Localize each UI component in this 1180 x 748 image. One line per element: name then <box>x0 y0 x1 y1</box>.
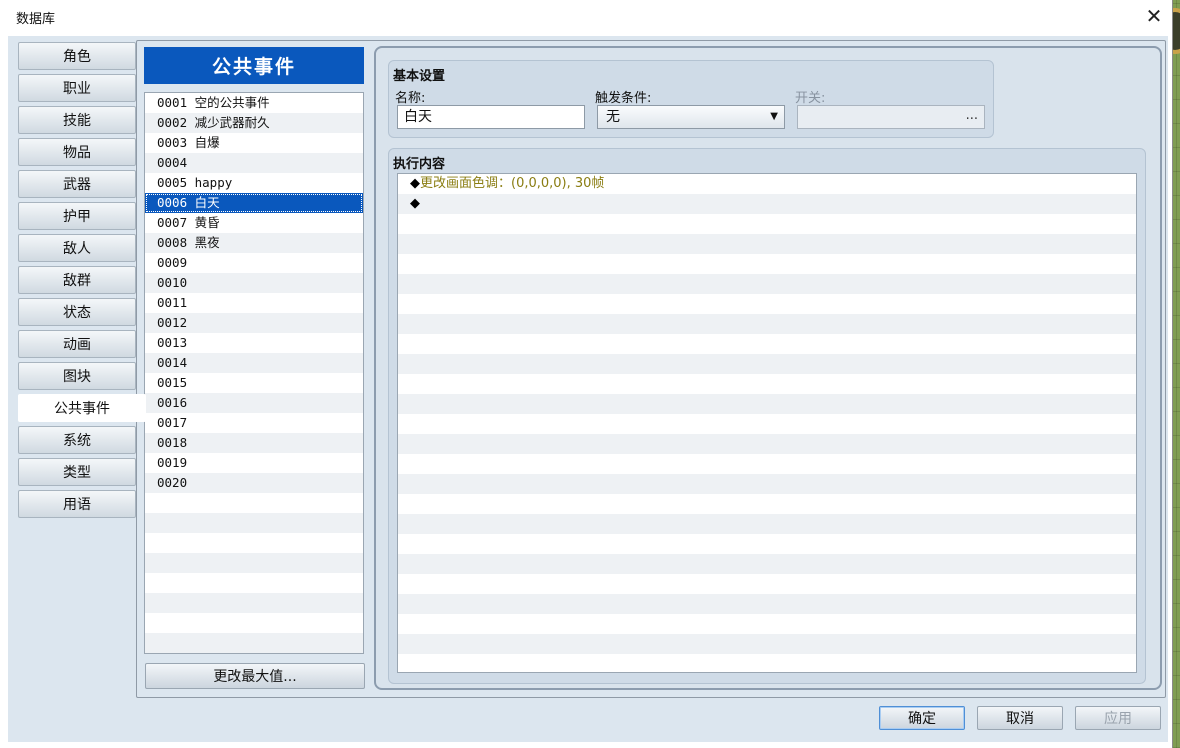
command-empty-row <box>398 434 1136 454</box>
category-tab[interactable]: 敌人 <box>18 234 136 262</box>
event-list-item[interactable]: 0003 自爆 <box>145 133 363 153</box>
ok-button[interactable]: 确定 <box>879 706 965 730</box>
command-empty-row <box>398 654 1136 672</box>
event-list-item[interactable]: 0007 黄昏 <box>145 213 363 233</box>
name-input[interactable]: 白天 <box>397 105 585 129</box>
category-tab[interactable]: 类型 <box>18 458 136 486</box>
category-tab[interactable]: 角色 <box>18 42 136 70</box>
command-empty-row <box>398 394 1136 414</box>
category-tab[interactable]: 敌群 <box>18 266 136 294</box>
command-empty-row <box>398 594 1136 614</box>
event-list-item[interactable]: 0013 <box>145 333 363 353</box>
command-empty-row <box>398 334 1136 354</box>
command-empty-row <box>398 474 1136 494</box>
event-list-empty-row <box>145 533 363 553</box>
command-row[interactable]: ◆更改画面色调：(0,0,0,0), 30帧 <box>398 174 1136 194</box>
command-empty-row <box>398 374 1136 394</box>
event-list-empty-row <box>145 573 363 593</box>
command-empty-row <box>398 494 1136 514</box>
event-list-empty-row <box>145 593 363 613</box>
event-list-item[interactable]: 0010 <box>145 273 363 293</box>
event-list-item[interactable]: 0006 白天 <box>145 193 363 213</box>
command-row[interactable]: ◆ <box>398 194 1136 214</box>
apply-button[interactable]: 应用 <box>1075 706 1161 730</box>
category-tab[interactable]: 护甲 <box>18 202 136 230</box>
window-title: 数据库 <box>16 12 56 27</box>
event-list-empty-row <box>145 633 363 653</box>
database-window: 数据库 ✕ 角色 职业 技能 物品 武器 护甲 敌人 敌群 状态 动画 图块 公共事件 系统 类型 用语 公… <box>0 0 1172 748</box>
category-tab[interactable]: 系统 <box>18 426 136 454</box>
command-empty-row <box>398 274 1136 294</box>
command-empty-row <box>398 214 1136 234</box>
basic-settings-group: 基本设置 名称: 白天 触发条件: 无 ▼ 开关: ... <box>388 60 994 138</box>
event-list-empty-row <box>145 613 363 633</box>
event-detail-panel: 基本设置 名称: 白天 触发条件: 无 ▼ 开关: ... 执行内容 ◆更改画面… <box>374 46 1162 690</box>
event-list[interactable]: 0001 空的公共事件 0002 减少武器耐久 0003 自爆 0004 0005 ha… <box>144 92 364 654</box>
command-empty-row <box>398 314 1136 334</box>
basic-settings-title: 基本设置 <box>393 69 446 84</box>
close-icon[interactable]: ✕ <box>1136 0 1172 32</box>
diamond-icon: ◆ <box>410 196 420 211</box>
event-list-item[interactable]: 0016 <box>145 393 363 413</box>
cancel-button[interactable]: 取消 <box>977 706 1063 730</box>
client-area: 角色 职业 技能 物品 武器 护甲 敌人 敌群 状态 动画 图块 公共事件 系统 类型 用语 公共事件 00… <box>8 36 1168 742</box>
trigger-value: 无 <box>606 109 620 125</box>
event-list-item[interactable]: 0020 <box>145 473 363 493</box>
event-list-empty-row <box>145 493 363 513</box>
category-tab[interactable]: 技能 <box>18 106 136 134</box>
event-list-item[interactable]: 0008 黑夜 <box>145 233 363 253</box>
command-empty-row <box>398 414 1136 434</box>
event-list-item[interactable]: 0015 <box>145 373 363 393</box>
event-list-item[interactable]: 0017 <box>145 413 363 433</box>
switch-picker[interactable]: ... <box>797 105 985 129</box>
category-tab[interactable]: 武器 <box>18 170 136 198</box>
command-empty-row <box>398 574 1136 594</box>
command-empty-row <box>398 614 1136 634</box>
change-max-button[interactable]: 更改最大值... <box>145 663 365 689</box>
category-tab[interactable]: 职业 <box>18 74 136 102</box>
event-list-item[interactable]: 0019 <box>145 453 363 473</box>
event-list-item[interactable]: 0009 <box>145 253 363 273</box>
category-tab[interactable]: 动画 <box>18 330 136 358</box>
command-empty-row <box>398 254 1136 274</box>
trigger-label: 触发条件: <box>595 91 652 106</box>
event-list-header: 公共事件 <box>144 47 364 84</box>
execution-content-group: 执行内容 ◆更改画面色调：(0,0,0,0), 30帧 ◆ <box>388 148 1146 684</box>
event-list-item[interactable]: 0002 减少武器耐久 <box>145 113 363 133</box>
event-list-item[interactable]: 0012 <box>145 313 363 333</box>
command-empty-row <box>398 554 1136 574</box>
switch-label: 开关: <box>795 91 826 106</box>
command-empty-row <box>398 454 1136 474</box>
category-tab[interactable]: 图块 <box>18 362 136 390</box>
category-tab[interactable]: 状态 <box>18 298 136 326</box>
title-bar: 数据库 ✕ <box>0 0 1172 32</box>
command-empty-row <box>398 294 1136 314</box>
category-tabs: 角色职业技能物品武器护甲敌人敌群状态动画图块公共事件系统类型用语 <box>18 42 146 522</box>
trigger-select[interactable]: 无 ▼ <box>597 105 785 129</box>
event-list-item[interactable]: 0014 <box>145 353 363 373</box>
ellipsis-icon: ... <box>965 108 978 123</box>
event-list-item[interactable]: 0005 happy <box>145 173 363 193</box>
command-empty-row <box>398 514 1136 534</box>
command-empty-row <box>398 234 1136 254</box>
event-list-item[interactable]: 0011 <box>145 293 363 313</box>
diamond-icon: ◆ <box>410 176 420 191</box>
dropdown-arrow-icon: ▼ <box>770 111 778 122</box>
category-tab[interactable]: 用语 <box>18 490 136 518</box>
event-list-empty-row <box>145 553 363 573</box>
command-list[interactable]: ◆更改画面色调：(0,0,0,0), 30帧 ◆ <box>397 173 1137 673</box>
command-text: 更改画面色调：(0,0,0,0), 30帧 <box>420 176 605 191</box>
event-list-item[interactable]: 0001 空的公共事件 <box>145 93 363 113</box>
name-label: 名称: <box>395 91 426 106</box>
command-empty-row <box>398 354 1136 374</box>
category-tab[interactable]: 公共事件 <box>18 394 146 422</box>
event-list-item[interactable]: 0004 <box>145 153 363 173</box>
event-list-item[interactable]: 0018 <box>145 433 363 453</box>
command-empty-row <box>398 534 1136 554</box>
category-tab[interactable]: 物品 <box>18 138 136 166</box>
event-list-empty-row <box>145 513 363 533</box>
command-empty-row <box>398 634 1136 654</box>
execution-content-title: 执行内容 <box>393 157 446 172</box>
